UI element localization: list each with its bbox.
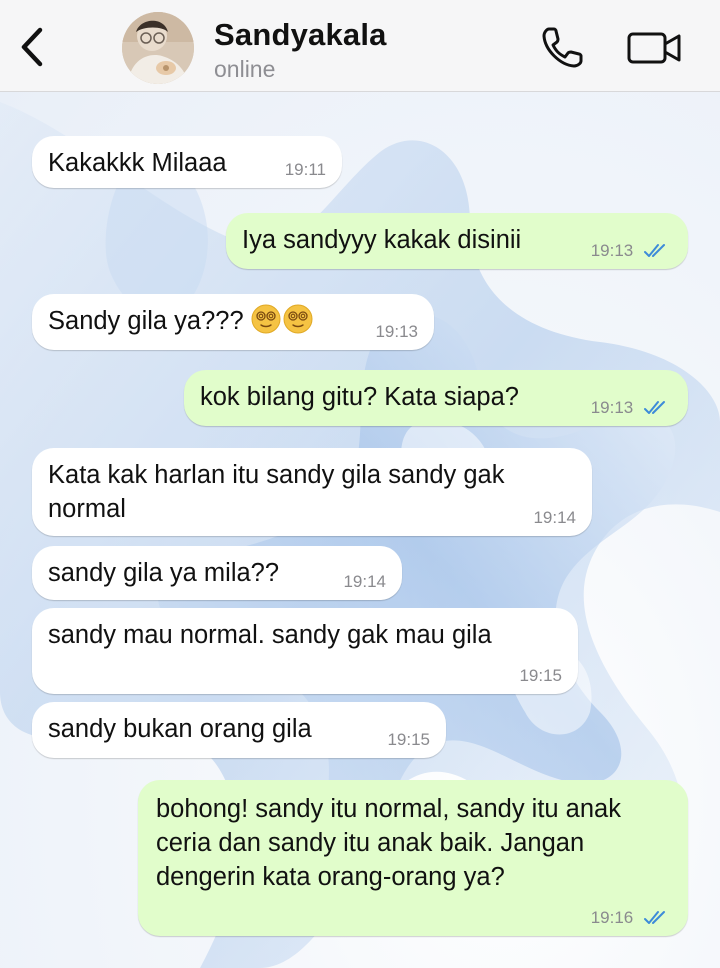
chevron-left-icon <box>21 27 43 67</box>
message-meta: 19:13 <box>591 398 670 418</box>
voice-call-button[interactable] <box>540 24 586 70</box>
message-bubble-incoming[interactable]: sandy bukan orang gila 19:15 <box>32 702 446 758</box>
message-time: 19:16 <box>590 908 634 927</box>
phone-icon <box>542 27 583 68</box>
message-bubble-incoming[interactable]: Sandy gila ya??? 19:13 <box>32 294 434 350</box>
message-time: 19:15 <box>519 666 562 685</box>
message-time: 19:13 <box>590 241 634 260</box>
message-bubble-outgoing[interactable]: bohong! sandy itu normal, sandy itu anak… <box>138 780 688 936</box>
video-camera-icon <box>627 32 681 64</box>
message-text: sandy mau normal. sandy gak mau gila <box>48 621 492 649</box>
message-bubble-incoming[interactable]: sandy mau normal. sandy gak mau gila 19:… <box>32 608 578 694</box>
message-bubble-outgoing[interactable]: kok bilang gitu? Kata siapa? 19:13 <box>184 370 688 426</box>
message-meta: 19:16 <box>591 908 670 928</box>
message-time: 19:11 <box>284 160 326 179</box>
message-time: 19:15 <box>387 730 430 749</box>
contact-name[interactable]: Sandyakala <box>214 17 387 53</box>
face-with-spiral-eyes-icon <box>251 304 281 334</box>
message-text: Kakakkk Milaaa <box>48 149 227 177</box>
message-time: 19:14 <box>343 572 386 591</box>
message-text: sandy gila ya mila?? <box>48 559 280 587</box>
message-meta: 19:13 <box>591 241 670 261</box>
message-bubble-incoming[interactable]: Kakakkk Milaaa 19:11 <box>32 136 342 188</box>
read-receipt-icon <box>644 401 665 414</box>
message-bubble-outgoing[interactable]: Iya sandyyy kakak disinii 19:13 <box>226 213 688 269</box>
avatar[interactable] <box>122 12 194 84</box>
message-bubble-incoming[interactable]: sandy gila ya mila?? 19:14 <box>32 546 402 600</box>
read-receipt-icon <box>644 244 665 257</box>
message-text: Iya sandyyy kakak disinii <box>242 226 522 254</box>
message-text: kok bilang gitu? Kata siapa? <box>200 383 519 411</box>
message-text: Sandy gila ya??? <box>48 307 244 335</box>
message-bubble-incoming[interactable]: Kata kak harlan itu sandy gila sandy gak… <box>32 448 592 536</box>
read-receipt-icon <box>644 911 665 924</box>
back-button[interactable] <box>14 24 50 70</box>
contact-status: online <box>214 56 276 82</box>
message-text: bohong! sandy itu normal, sandy itu anak… <box>156 795 621 891</box>
message-text: sandy bukan orang gila <box>48 715 312 743</box>
face-with-spiral-eyes-icon <box>283 304 313 334</box>
chat-header: Sandyakala online <box>0 0 720 92</box>
message-time: 19:14 <box>533 508 576 527</box>
avatar-image <box>122 12 194 84</box>
video-call-button[interactable] <box>626 28 682 68</box>
message-time: 19:13 <box>590 398 634 417</box>
message-time: 19:13 <box>375 322 418 341</box>
message-text: Kata kak harlan itu sandy gila sandy gak… <box>48 461 505 523</box>
